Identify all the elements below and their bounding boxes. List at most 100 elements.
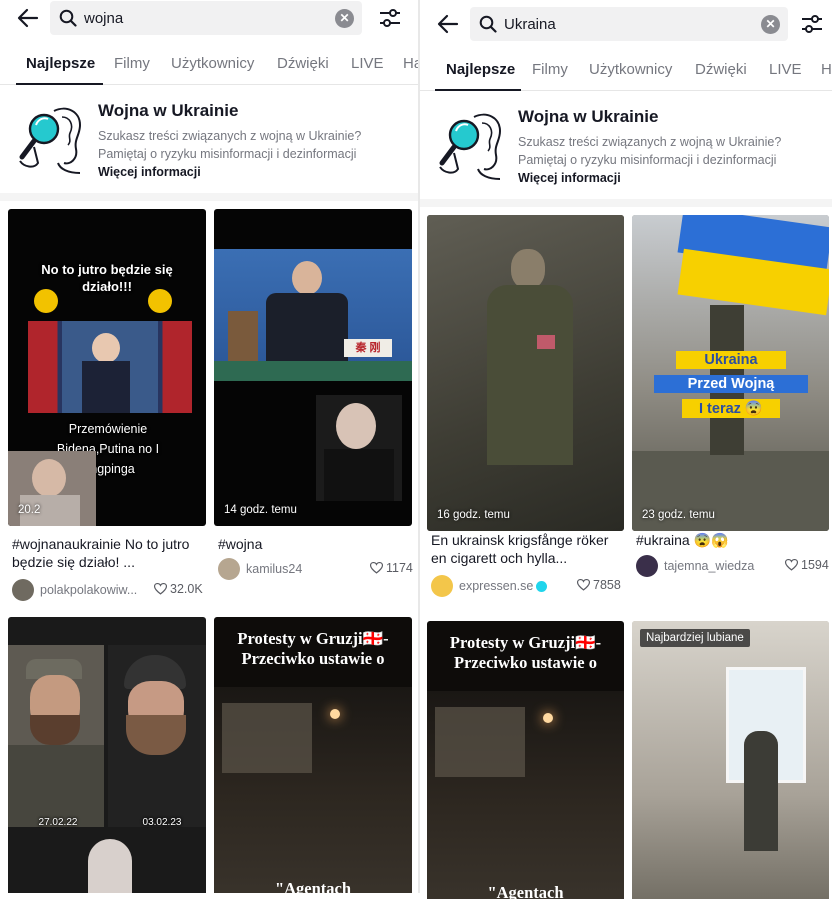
video-overlay-text: "Agentach xyxy=(487,883,564,899)
tab-top[interactable]: Najlepsze xyxy=(446,61,515,78)
tab-users[interactable]: Użytkownicy xyxy=(171,55,254,72)
search-input[interactable]: wojna ✕ xyxy=(50,1,362,35)
person-photo-left xyxy=(8,645,104,827)
author-name: polakpolakowiw... xyxy=(40,583,138,597)
right-screen: Ukraina ✕ Najlepsze Filmy Użytkownicy Dź… xyxy=(420,6,832,899)
most-liked-badge: Najbardziej lubiane xyxy=(640,629,750,647)
heart-icon xyxy=(154,583,167,595)
more-info-link[interactable]: Więcej informacji xyxy=(98,165,201,179)
like-count: 1174 xyxy=(370,561,413,575)
tab-live[interactable]: LIVE xyxy=(351,55,384,72)
left-screen: wojna ✕ Najlepsze Filmy Użytkownicy Dźwi… xyxy=(0,0,418,893)
tab-top[interactable]: Najlepsze xyxy=(26,55,95,72)
author-row[interactable]: polakpolakowiw... xyxy=(12,579,137,601)
more-info-link[interactable]: Więcej informacji xyxy=(518,171,621,185)
section-gap xyxy=(0,193,418,201)
info-text: Szukasz treści związanych z wojną w Ukra… xyxy=(518,135,782,167)
avatar xyxy=(12,579,34,601)
tab-hashtags[interactable]: Ha xyxy=(403,55,418,72)
back-arrow-icon[interactable] xyxy=(14,4,42,32)
search-input[interactable]: Ukraina ✕ xyxy=(470,7,788,41)
tank-photo xyxy=(632,215,829,531)
overlay-label: Ukraina xyxy=(676,351,786,369)
info-notice: Wojna w Ukrainie Szukasz treści związany… xyxy=(420,91,832,199)
video-thumbnail[interactable]: 秦 刚 14 godz. temu xyxy=(214,209,412,526)
video-thumbnail[interactable]: Protesty w Gruzji🇬🇪- Przeciwko ustawie o… xyxy=(214,617,412,893)
filter-icon[interactable] xyxy=(800,12,824,36)
clear-icon[interactable]: ✕ xyxy=(335,8,354,28)
room-photo xyxy=(632,621,829,899)
author-name: expressen.se xyxy=(459,579,534,593)
tab-sounds[interactable]: Dźwięki xyxy=(695,61,747,78)
tab-sounds[interactable]: Dźwięki xyxy=(277,55,329,72)
video-date: 16 godz. temu xyxy=(437,509,510,521)
video-caption[interactable]: #wojnanaukrainie No to jutro będzie się … xyxy=(12,535,202,571)
heart-icon xyxy=(785,559,798,571)
magnifier-person-icon xyxy=(434,109,510,181)
video-overlay-text: Protesty w Gruzji🇬🇪- Przeciwko ustawie o xyxy=(449,633,602,672)
video-date: 20.2 xyxy=(18,504,41,516)
video-thumbnail[interactable]: 16 godz. temu xyxy=(427,215,624,531)
author-row[interactable]: kamilus24 xyxy=(218,558,302,580)
search-icon xyxy=(478,14,498,34)
search-query: wojna xyxy=(84,9,124,27)
info-body: Szukasz treści związanych z wojną w Ukra… xyxy=(98,127,398,181)
avatar xyxy=(218,558,240,580)
back-arrow-icon[interactable] xyxy=(434,10,462,38)
night-crowd-image xyxy=(214,687,412,893)
date-label: 27.02.22 xyxy=(38,817,78,828)
search-tabs: Najlepsze Filmy Użytkownicy Dźwięki LIVE… xyxy=(420,42,832,91)
video-thumbnail[interactable]: 27.02.22 03.02.23 xyxy=(8,617,206,893)
search-tabs: Najlepsze Filmy Użytkownicy Dźwięki LIVE… xyxy=(0,36,418,85)
video-caption[interactable]: En ukrainsk krigsfånge röker en cigarett… xyxy=(431,531,626,567)
author-name: tajemna_wiedza xyxy=(664,559,755,573)
video-thumbnail[interactable]: No to jutro będzie się działo!!! Przemów… xyxy=(8,209,206,526)
video-thumbnail[interactable]: Najbardziej lubiane xyxy=(632,621,829,899)
overlay-label: Przed Wojną xyxy=(654,375,808,393)
creator-cam-image xyxy=(316,395,402,501)
video-date: 14 godz. temu xyxy=(224,504,297,516)
video-date: 23 godz. temu xyxy=(642,509,715,521)
night-crowd-image xyxy=(427,691,624,899)
nameplate: 秦 刚 xyxy=(344,339,392,357)
tab-users[interactable]: Użytkownicy xyxy=(589,61,672,78)
like-count: 7858 xyxy=(577,578,621,592)
search-bar: wojna ✕ xyxy=(0,0,418,36)
author-row[interactable]: tajemna_wiedza xyxy=(636,555,754,577)
like-count-value: 32.0K xyxy=(170,582,203,596)
speech-still-image xyxy=(28,321,192,413)
date-label: 03.02.23 xyxy=(142,817,182,828)
shocked-emoji-icon xyxy=(34,289,58,313)
info-body: Szukasz treści związanych z wojną w Ukra… xyxy=(518,133,818,187)
soldier-photo xyxy=(427,215,624,531)
tab-videos[interactable]: Filmy xyxy=(532,61,568,78)
author-name: kamilus24 xyxy=(246,562,303,576)
press-conference-image: 秦 刚 xyxy=(214,249,412,381)
creator-cam-image xyxy=(88,839,132,893)
magnifier-person-icon xyxy=(14,103,90,175)
search-bar: Ukraina ✕ xyxy=(420,6,832,42)
like-count-value: 1594 xyxy=(801,558,829,572)
avatar xyxy=(431,575,453,597)
author-row[interactable]: expressen.se xyxy=(431,575,548,597)
info-text: Szukasz treści związanych z wojną w Ukra… xyxy=(98,129,362,161)
video-thumbnail[interactable]: Ukraina Przed Wojną I teraz 😨 23 godz. t… xyxy=(632,215,829,531)
avatar xyxy=(636,555,658,577)
video-caption[interactable]: #wojna xyxy=(218,535,408,553)
like-count-value: 1174 xyxy=(386,561,413,575)
video-thumbnail[interactable]: Protesty w Gruzji🇬🇪- Przeciwko ustawie o… xyxy=(427,621,624,899)
info-notice: Wojna w Ukrainie Szukasz treści związany… xyxy=(0,85,418,193)
video-caption[interactable]: #ukraina 😨😱 xyxy=(636,531,826,549)
tab-videos[interactable]: Filmy xyxy=(114,55,150,72)
like-count: 1594 xyxy=(785,558,829,572)
search-icon xyxy=(58,8,78,28)
like-count-value: 7858 xyxy=(593,578,621,592)
heart-icon xyxy=(370,562,383,574)
shocked-emoji-icon xyxy=(148,289,172,313)
tab-hashtags[interactable]: H xyxy=(821,61,832,78)
video-overlay-text: "Agentach xyxy=(274,879,352,893)
info-title: Wojna w Ukrainie xyxy=(518,107,659,126)
tab-live[interactable]: LIVE xyxy=(769,61,802,78)
clear-icon[interactable]: ✕ xyxy=(761,14,780,34)
filter-icon[interactable] xyxy=(378,6,402,30)
